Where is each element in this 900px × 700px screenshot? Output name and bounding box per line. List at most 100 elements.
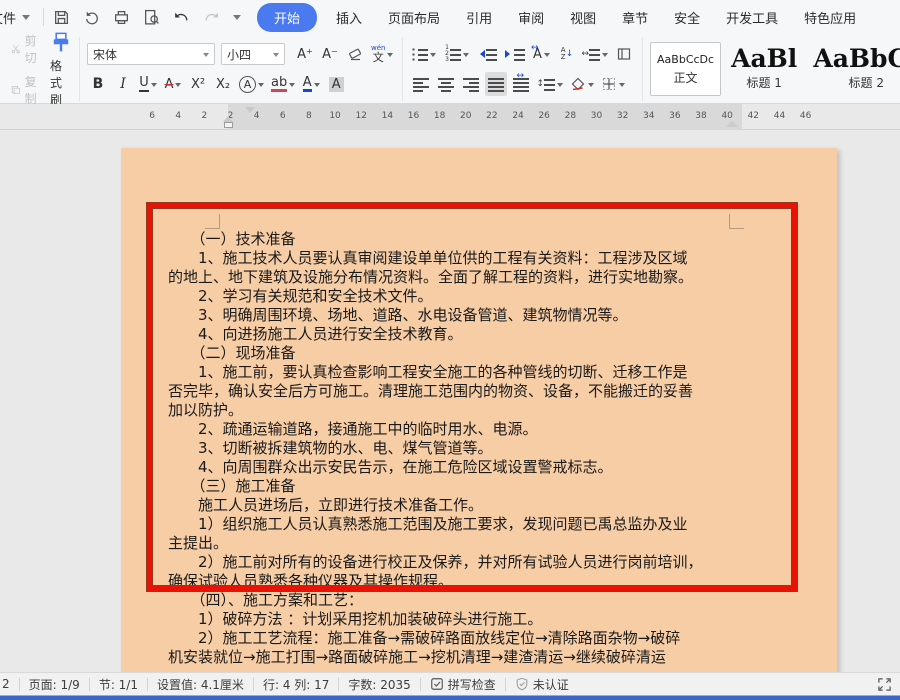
distribute-button[interactable]: ↔ (510, 72, 532, 96)
increase-indent-button[interactable] (502, 42, 527, 66)
export-icon[interactable] (83, 9, 100, 26)
left-indent-marker[interactable] (224, 122, 233, 128)
doc-line: 4、向周围群众出示安民告示，在施工危险区域设置警戒标志。 (168, 458, 813, 477)
tab-section[interactable]: 章节 (609, 2, 661, 33)
ribbon-toolbar: 剪切 复制 格式刷 宋体 小四 (0, 34, 900, 104)
tab-view[interactable]: 视图 (557, 2, 609, 33)
doc-line: 2）施工工艺流程：施工准备→需破碎路面放线定位→清除路面杂物→破碎 (168, 629, 813, 648)
text-effects-button[interactable]: A (237, 72, 266, 96)
underline-button[interactable]: U (137, 72, 159, 96)
chevron-down-icon (602, 53, 608, 60)
doc-line: 机安装就位→施工打围→路面破碎施工→挖机清理→建渣清运→继续破碎清运 (168, 648, 813, 667)
line-spacing-button[interactable]: ↕ (535, 72, 565, 96)
frame-button[interactable] (613, 42, 635, 66)
superscript-button[interactable]: X² (187, 72, 209, 96)
copy-button[interactable]: 复制 (11, 73, 41, 107)
paragraph-spacing-button[interactable]: ↔ (580, 42, 610, 66)
status-page[interactable]: 页面: 1/9 (29, 676, 80, 693)
subscript-button[interactable]: X₂ (212, 72, 234, 96)
clear-format-button[interactable] (344, 42, 366, 66)
align-left-button[interactable] (410, 72, 432, 96)
fullscreen-button[interactable] (877, 677, 892, 692)
print-icon[interactable] (113, 9, 130, 26)
align-right-icon (463, 77, 479, 92)
font-family-value: 宋体 (93, 46, 117, 63)
doc-line: 主提出。 (168, 534, 813, 553)
doc-line: 的地上、地下建筑及设施分布情况资料。全面了解工程的资料，进行实地勘察。 (168, 268, 813, 287)
document-page[interactable]: （一）技术准备 1、施工技术人员要认真审阅建设单单位供的工程有关资料：工程涉及区… (121, 148, 837, 672)
tab-developer[interactable]: 开发工具 (713, 2, 791, 33)
char-shading-button[interactable]: A (325, 72, 347, 96)
shield-icon (515, 677, 529, 691)
doc-line: 加以防护。 (168, 401, 813, 420)
highlight-button[interactable]: ab (269, 72, 297, 96)
menu-bar: 文件 开始 插入 (0, 0, 900, 34)
bullet-list-button[interactable] (410, 42, 438, 66)
horizontal-ruler: 6422468101214161820222426283032343638404… (0, 104, 900, 130)
hanging-indent-marker[interactable] (223, 111, 233, 122)
certification-button[interactable]: 未认证 (515, 676, 569, 693)
certification-label: 未认证 (533, 676, 569, 693)
tab-review[interactable]: 审阅 (505, 2, 557, 33)
customize-toolbar-icon[interactable] (233, 15, 241, 24)
font-size-select[interactable]: 小四 (221, 43, 285, 65)
style-heading1[interactable]: AaBl 标题 1 (725, 42, 803, 96)
decrease-indent-icon (486, 47, 497, 62)
shrink-font-glyph: A⁻ (322, 47, 338, 62)
grow-font-button[interactable]: A⁺ (294, 42, 316, 66)
print-preview-icon[interactable] (143, 9, 160, 26)
bold-button[interactable]: B (87, 72, 109, 96)
tab-special-features[interactable]: 特色应用 (791, 2, 869, 33)
strikethrough-button[interactable]: A (162, 72, 184, 96)
tab-security[interactable]: 安全 (661, 2, 713, 33)
sort-button[interactable]: AZ↓ (555, 42, 577, 66)
tab-insert[interactable]: 插入 (323, 2, 375, 33)
font-family-select[interactable]: 宋体 (87, 43, 215, 65)
doc-line: 1、施工技术人员要认真审阅建设单单位供的工程有关资料：工程涉及区域 (168, 249, 813, 268)
line-spacing-icon (544, 77, 555, 92)
justify-icon (488, 77, 504, 92)
doc-line: 4、向进扬施工人员进行安全技术教育。 (168, 325, 813, 344)
numbered-list-button[interactable]: 123 (441, 42, 471, 66)
redo-icon[interactable] (203, 9, 220, 26)
text-direction-button[interactable]: ↔A (530, 42, 552, 66)
align-right-button[interactable] (460, 72, 482, 96)
align-center-button[interactable] (435, 72, 457, 96)
style-label: 正文 (674, 69, 698, 86)
shrink-font-button[interactable]: A⁻ (319, 42, 341, 66)
italic-button[interactable]: I (112, 72, 134, 96)
spell-check-button[interactable]: 拼写检查 (430, 676, 496, 693)
first-line-indent-marker[interactable] (245, 107, 255, 118)
save-icon[interactable] (53, 9, 70, 26)
file-menu-button[interactable]: 文件 (0, 4, 34, 31)
format-painter-button[interactable]: 格式刷 (50, 31, 72, 108)
borders-button[interactable] (599, 72, 627, 96)
font-color-button[interactable]: A (300, 72, 322, 96)
style-heading2[interactable]: AaBbC( 标题 2 (807, 42, 900, 96)
status-row-col: 行: 4 列: 17 (263, 676, 329, 693)
shading-button[interactable] (568, 72, 596, 96)
file-menu-label: 文件 (0, 8, 16, 27)
status-section[interactable]: 节: 1/1 (99, 676, 138, 693)
pinyin-guide-button[interactable]: wén 文 (369, 42, 395, 66)
h-arrow-glyph: ↔ (581, 49, 589, 59)
status-word-count[interactable]: 字数: 2035 (348, 676, 410, 693)
clipboard-group: 剪切 复制 格式刷 (4, 37, 79, 101)
status-setting[interactable]: 设置值: 4.1厘米 (157, 676, 244, 693)
chevron-down-icon (588, 83, 594, 90)
wps-writer-window: 文件 开始 插入 (0, 0, 900, 700)
clipped-text: 2 (2, 677, 10, 691)
decrease-indent-button[interactable] (474, 42, 499, 66)
margin-mark-top-left (205, 214, 220, 229)
right-indent-marker[interactable] (726, 114, 738, 127)
tab-home[interactable]: 开始 (257, 3, 317, 32)
justify-button[interactable] (485, 72, 507, 96)
cut-button[interactable]: 剪切 (11, 32, 41, 66)
tab-page-layout[interactable]: 页面布局 (375, 2, 453, 33)
tab-references[interactable]: 引用 (453, 2, 505, 33)
style-normal[interactable]: AaBbCcDc 正文 (650, 42, 721, 96)
underline-glyph: U (139, 76, 149, 92)
undo-icon[interactable] (173, 9, 190, 26)
chevron-down-icon (619, 83, 625, 90)
distribute-icon: ↔ (513, 77, 529, 92)
